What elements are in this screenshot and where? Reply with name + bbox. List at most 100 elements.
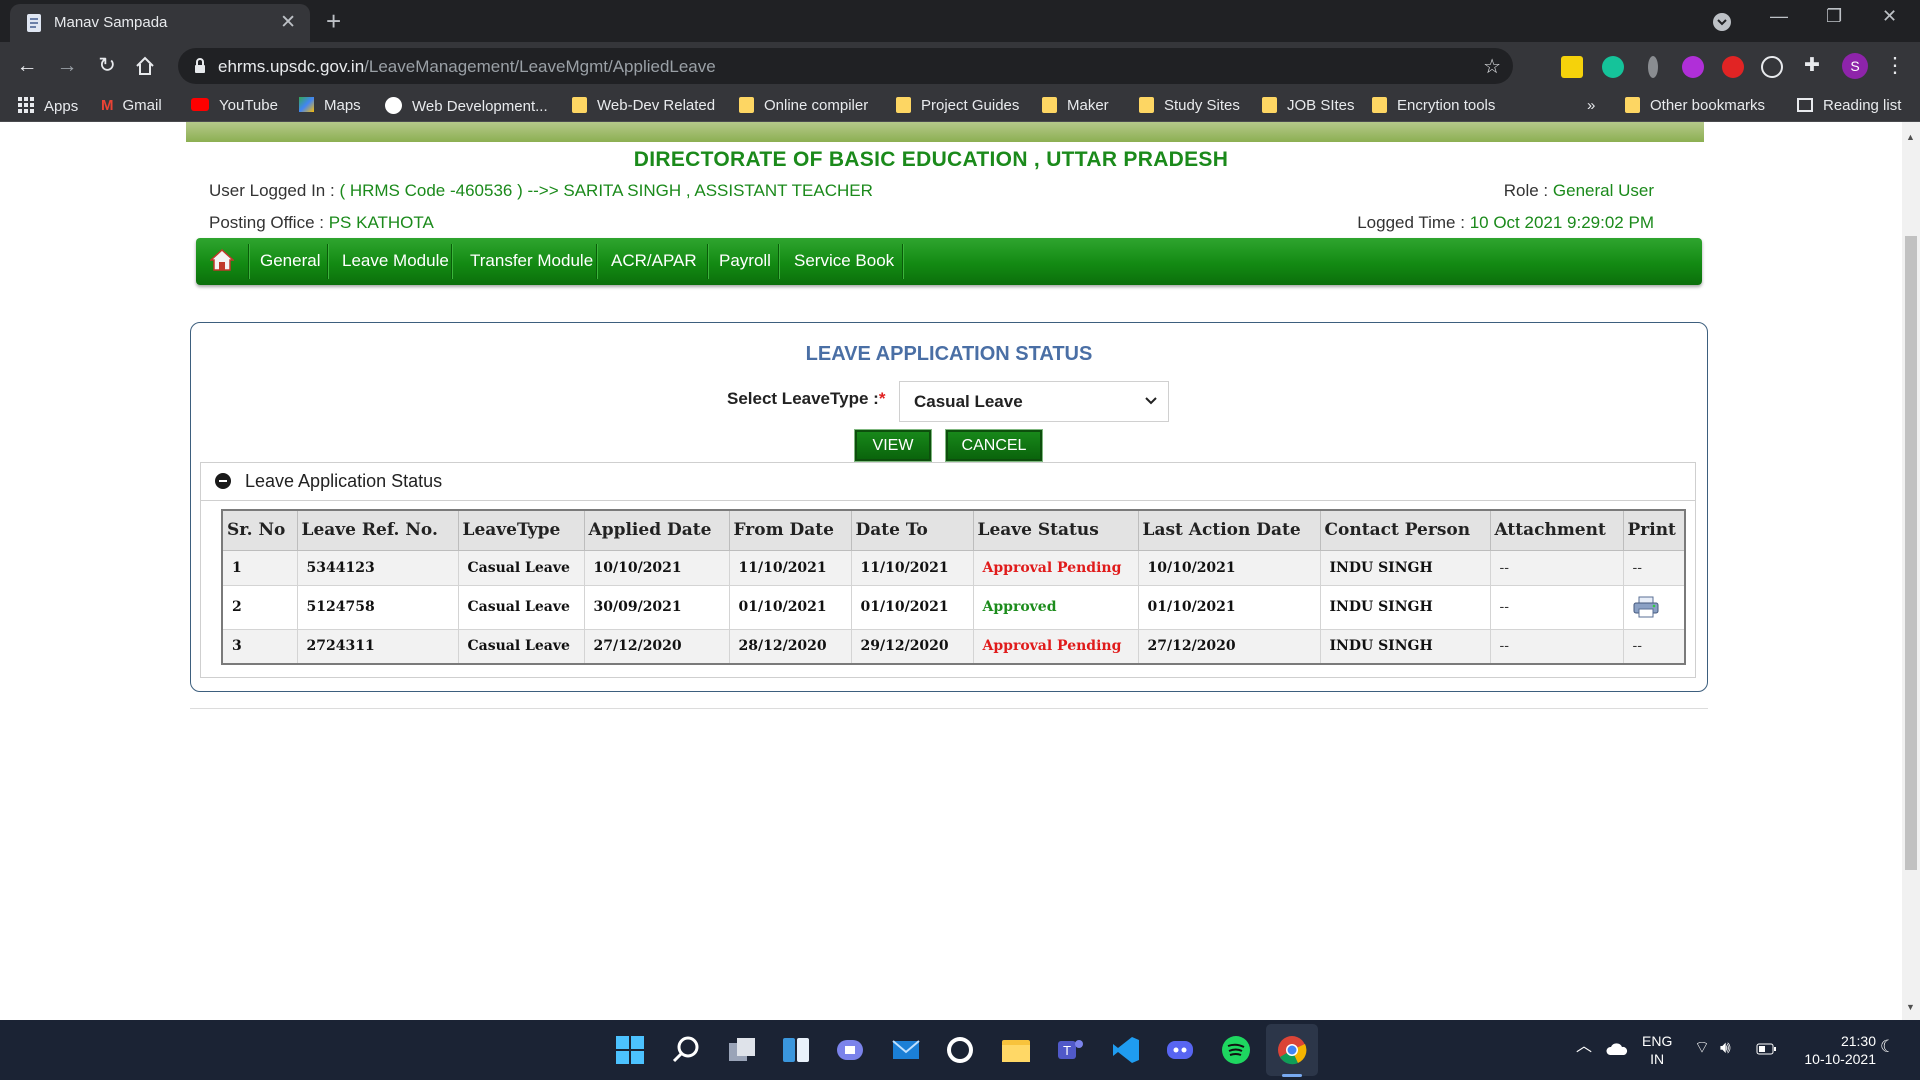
extension-icon[interactable] xyxy=(1682,56,1704,78)
cancel-button[interactable]: CANCEL xyxy=(945,429,1043,462)
search-icon[interactable] xyxy=(670,1034,702,1066)
cell-leave-status: Approval Pending xyxy=(972,549,1139,586)
spotify-icon[interactable] xyxy=(1220,1034,1252,1066)
bookmark-web-dev-related[interactable]: Web-Dev Related xyxy=(572,97,715,114)
teams-icon[interactable]: T xyxy=(1054,1034,1086,1066)
bookmark-study-sites[interactable]: Study Sites xyxy=(1139,97,1240,114)
reading-list[interactable]: Reading list xyxy=(1797,97,1901,114)
react-devtools-icon[interactable] xyxy=(1761,56,1783,78)
home-icon[interactable] xyxy=(134,55,156,77)
cell-contact-person: INDU SINGH xyxy=(1319,549,1491,586)
task-view-icon[interactable] xyxy=(726,1034,758,1066)
scroll-up-icon[interactable]: ▲ xyxy=(1906,132,1915,142)
scrollbar-thumb[interactable] xyxy=(1905,236,1917,870)
windows-start-icon[interactable] xyxy=(614,1034,646,1066)
bookmark-gmail[interactable]: M Gmail xyxy=(101,97,162,114)
cell-print: -- xyxy=(1622,549,1686,586)
gmail-icon: M xyxy=(101,97,114,114)
address-bar[interactable]: ehrms.upsdc.gov.in/LeaveManagement/Leave… xyxy=(178,48,1513,84)
whatsapp-icon[interactable] xyxy=(944,1034,976,1066)
col-last-action-date: Last Action Date xyxy=(1137,509,1321,551)
collapse-icon[interactable] xyxy=(215,473,231,489)
leave-type-select[interactable]: Casual Leave xyxy=(899,381,1169,422)
bookmark-youtube[interactable]: YouTube xyxy=(191,97,278,114)
back-icon[interactable]: ← xyxy=(12,51,42,81)
bookmark-project-guides[interactable]: Project Guides xyxy=(896,97,1019,114)
apps-grid-icon xyxy=(18,97,34,113)
page-scrollbar[interactable]: ▲ ▼ xyxy=(1902,122,1920,1020)
minimize-icon[interactable]: — xyxy=(1770,6,1788,27)
cell-sr-no: 2 xyxy=(221,584,298,630)
printer-icon[interactable] xyxy=(1633,596,1659,618)
onedrive-cloud-icon[interactable] xyxy=(1606,1042,1628,1056)
menu-transfer-module[interactable]: Transfer Module xyxy=(470,251,593,271)
bookmark-encryption-tools[interactable]: Encrytion tools xyxy=(1372,97,1495,114)
notifications-moon-icon[interactable]: ☾ xyxy=(1880,1038,1895,1056)
new-tab-icon[interactable]: + xyxy=(326,6,341,37)
file-explorer-icon[interactable] xyxy=(1000,1034,1032,1066)
table-row: 1 5344123 Casual Leave 10/10/2021 11/10/… xyxy=(221,549,1686,586)
tab-search-icon[interactable] xyxy=(1712,12,1732,32)
lock-icon xyxy=(195,58,205,73)
bookmark-maker[interactable]: Maker xyxy=(1042,97,1109,114)
language-indicator[interactable]: ENG IN xyxy=(1642,1032,1672,1068)
browser-tab[interactable]: Manav Sampada ✕ xyxy=(10,4,310,42)
menu-separator xyxy=(707,244,708,279)
extension-icon[interactable] xyxy=(1561,56,1583,78)
bookmark-star-icon[interactable]: ☆ xyxy=(1483,54,1501,79)
col-date-to: Date To xyxy=(850,509,974,551)
profile-avatar[interactable]: S xyxy=(1842,53,1868,79)
discord-icon[interactable] xyxy=(1164,1034,1196,1066)
bookmark-web-development[interactable]: Web Development... xyxy=(385,97,548,115)
browser-tab-bar: Manav Sampada ✕ + — ❐ ✕ xyxy=(0,0,1920,42)
cell-date-to: 29/12/2020 xyxy=(850,628,974,665)
bookmark-maps[interactable]: Maps xyxy=(299,97,361,114)
menu-home-icon[interactable] xyxy=(210,249,234,271)
forward-icon[interactable]: → xyxy=(52,51,82,81)
menu-separator xyxy=(596,244,597,279)
restore-icon[interactable]: ❐ xyxy=(1826,6,1842,27)
section-header[interactable]: Leave Application Status xyxy=(201,463,1695,501)
extension-icon[interactable] xyxy=(1648,56,1658,78)
grammarly-icon[interactable] xyxy=(1602,56,1624,78)
browser-menu-icon[interactable]: ⋮ xyxy=(1880,51,1910,81)
cell-sr-no: 3 xyxy=(221,628,298,665)
tray-overflow-icon[interactable]: ︿ xyxy=(1576,1038,1592,1056)
tab-title: Manav Sampada xyxy=(54,14,168,31)
menu-leave-module[interactable]: Leave Module xyxy=(342,251,449,271)
teams-chat-icon[interactable] xyxy=(834,1034,866,1066)
vscode-icon[interactable] xyxy=(1110,1034,1142,1066)
menu-separator xyxy=(902,244,903,279)
page-viewport: DIRECTORATE OF BASIC EDUCATION , UTTAR P… xyxy=(0,122,1902,1020)
bookmark-online-compiler[interactable]: Online compiler xyxy=(739,97,868,114)
menu-acr-apar[interactable]: ACR/APAR xyxy=(611,251,697,271)
menu-service-book[interactable]: Service Book xyxy=(794,251,894,271)
scroll-down-icon[interactable]: ▼ xyxy=(1906,1002,1915,1012)
leave-status-section: Leave Application Status Sr. No Leave Re… xyxy=(200,462,1696,678)
cell-leave-ref-no: 5344123 xyxy=(296,549,459,586)
tab-close-icon[interactable]: ✕ xyxy=(280,11,296,34)
folder-icon xyxy=(1139,97,1154,113)
view-button[interactable]: VIEW xyxy=(854,429,932,462)
window-close-icon[interactable]: ✕ xyxy=(1882,6,1897,27)
menu-payroll[interactable]: Payroll xyxy=(719,251,771,271)
extension-icon[interactable] xyxy=(1722,56,1744,78)
bookmark-apps[interactable]: Apps xyxy=(18,97,78,115)
bookmark-other-bookmarks[interactable]: Other bookmarks xyxy=(1625,97,1765,114)
widgets-icon[interactable] xyxy=(780,1034,812,1066)
bookmarks-overflow-icon[interactable]: » xyxy=(1587,97,1595,114)
leave-status-table: Sr. No Leave Ref. No. LeaveType Applied … xyxy=(221,509,1686,665)
clock[interactable]: 21:30 10-10-2021 xyxy=(1794,1032,1876,1068)
battery-icon[interactable] xyxy=(1756,1043,1776,1055)
mail-icon[interactable] xyxy=(890,1034,922,1066)
volume-icon[interactable]: 🔊︎ xyxy=(1720,1039,1731,1057)
youtube-icon xyxy=(191,98,209,111)
wifi-icon[interactable]: ⌔ xyxy=(1694,1039,1710,1057)
bookmark-job-sites[interactable]: JOB SItes xyxy=(1262,97,1355,114)
main-menu-bar: General Leave Module Transfer Module ACR… xyxy=(196,238,1702,285)
menu-general[interactable]: General xyxy=(260,251,320,271)
folder-icon xyxy=(1625,97,1640,113)
extensions-puzzle-icon[interactable]: ✚ xyxy=(1797,51,1827,81)
chrome-icon[interactable] xyxy=(1276,1034,1308,1066)
reload-icon[interactable]: ↻ xyxy=(92,51,122,81)
